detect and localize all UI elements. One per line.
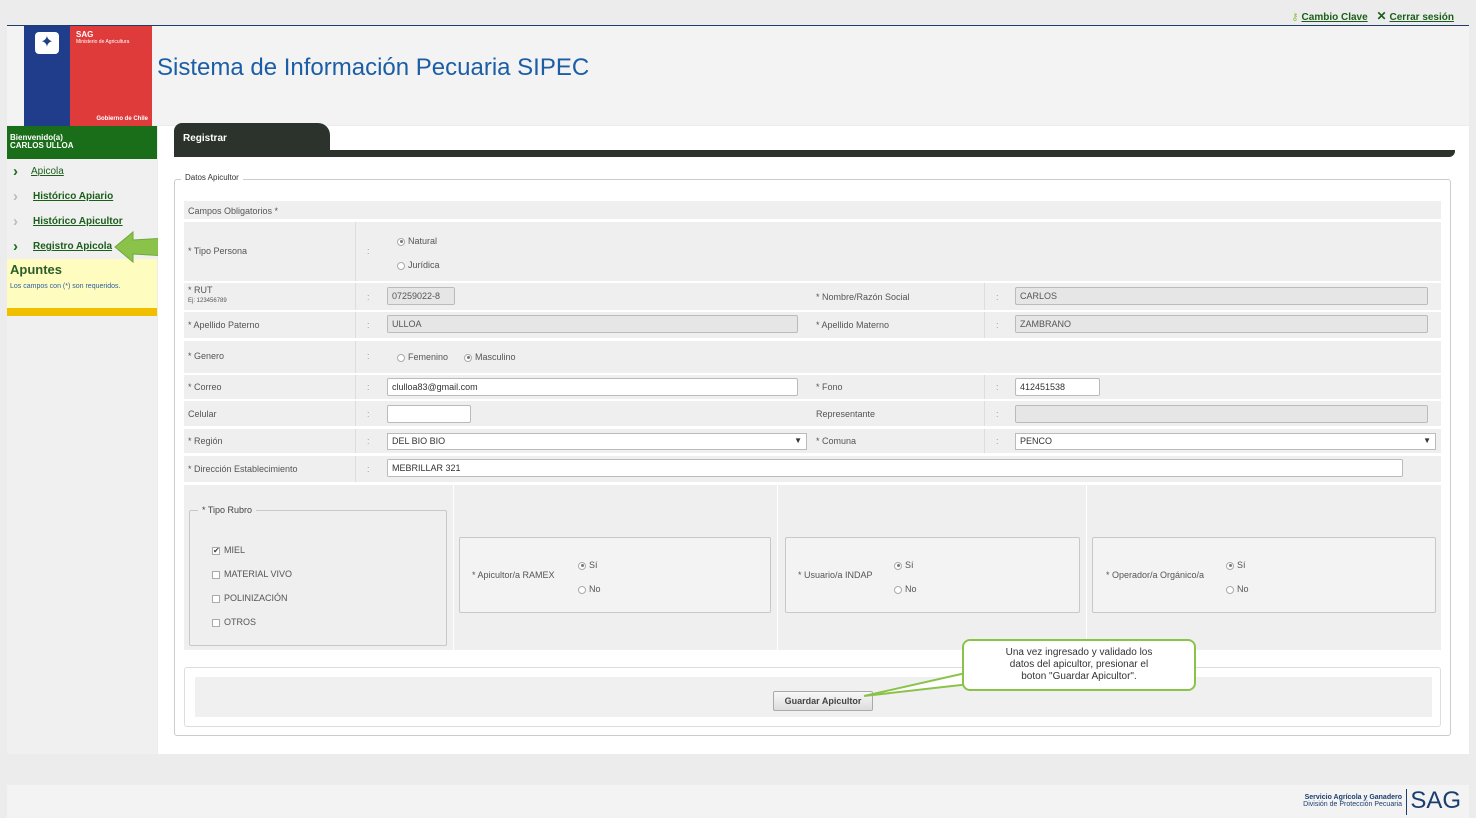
logout-link[interactable]: Cerrar sesión <box>1390 12 1454 23</box>
fieldset-legend: Datos Apicultor <box>181 173 243 182</box>
notes-text: Los campos con (*) son requeridos. <box>10 283 121 290</box>
apellido-materno-input[interactable]: ZAMBRANO <box>1015 315 1428 333</box>
sidebar: Bienvenido(a) CARLOS ULLOA › Apicola › H… <box>7 126 157 754</box>
rut-row: * RUT Ej: 123456789 : 07259022-8 * Nombre… <box>184 283 1441 310</box>
nombre-input[interactable]: CARLOS <box>1015 287 1428 305</box>
sag-logo: SAG <box>1410 787 1461 814</box>
radio-indap-no[interactable]: No <box>894 584 917 594</box>
radio-ramex-si[interactable]: Sí <box>578 560 598 570</box>
rut-input[interactable]: 07259022-8 <box>387 287 455 305</box>
rubro-row: * Tipo Rubro ✔ MIEL MATERIAL VIVO POLINIZ… <box>184 485 1441 650</box>
correo-input[interactable]: clulloa83@gmail.com <box>387 378 798 396</box>
close-icon: ✕ <box>1376 9 1387 23</box>
help-tooltip: Una vez ingresado y validado los datos d… <box>962 639 1196 691</box>
welcome-box: Bienvenido(a) CARLOS ULLOA <box>7 126 157 159</box>
checkbox-miel[interactable]: ✔ MIEL <box>212 545 245 555</box>
key-icon: ⚷ <box>1291 12 1299 23</box>
apellidos-row: * Apellido Paterno : ULLOA * Apellido Ma… <box>184 312 1441 338</box>
save-fieldset: Guardar Apicultor <box>184 667 1441 727</box>
chevron-right-icon: › <box>13 238 18 255</box>
celular-row: Celular : Representante : <box>184 401 1441 426</box>
chevron-right-icon: › <box>13 188 18 205</box>
ramex-box: * Apicultor/a RAMEX Sí No <box>459 537 771 613</box>
dropdown-arrow-icon: ▼ <box>794 436 802 445</box>
region-row: * Región : DEL BIO BIO ▼ * Comuna : PENCO… <box>184 429 1441 453</box>
radio-ramex-no[interactable]: No <box>578 584 601 594</box>
gobierno-logo: ✦ SAG Ministerio de Agricultura Gobierno … <box>24 26 152 126</box>
direccion-row: * Dirección Establecimiento : MEBRILLAR … <box>184 456 1441 482</box>
chevron-right-icon: › <box>13 213 18 230</box>
celular-input[interactable] <box>387 405 471 423</box>
comuna-select[interactable]: PENCO ▼ <box>1015 433 1436 450</box>
checkbox-polinizacion[interactable]: POLINIZACIÓN <box>212 593 288 603</box>
radio-juridica[interactable]: Jurídica <box>397 260 440 270</box>
radio-organico-no[interactable]: No <box>1226 584 1249 594</box>
chevron-right-icon: › <box>13 163 18 180</box>
indap-box: * Usuario/a INDAP Sí No <box>785 537 1080 613</box>
top-links: ⚷ Cambio Clave ✕ Cerrar sesión <box>1291 9 1454 23</box>
dropdown-arrow-icon: ▼ <box>1423 436 1431 445</box>
radio-masculino[interactable]: Masculino <box>464 352 516 362</box>
organico-box: * Operador/a Orgánico/a Sí No <box>1092 537 1436 613</box>
correo-row: * Correo : clulloa83@gmail.com * Fono : … <box>184 375 1441 399</box>
checkbox-otros[interactable]: OTROS <box>212 617 256 627</box>
notes-panel: Apuntes Los campos con (*) son requerido… <box>7 259 157 316</box>
header: ✦ SAG Ministerio de Agricultura Gobierno … <box>7 25 1469 126</box>
tipo-persona-row: * Tipo Persona : Natural Jurídica <box>184 222 1441 281</box>
apellido-paterno-input[interactable]: ULLOA <box>387 315 798 333</box>
direccion-input[interactable]: MEBRILLAR 321 <box>387 459 1403 477</box>
chile-crest-icon: ✦ <box>35 32 59 54</box>
region-select[interactable]: DEL BIO BIO ▼ <box>387 433 807 450</box>
sidebar-item-historico-apiario[interactable]: › Histórico Apiario <box>7 184 157 209</box>
main-panel: Registrar Datos Apicultor Campos Obligat… <box>158 123 1469 754</box>
fono-input[interactable]: 412451538 <box>1015 378 1100 396</box>
save-apicultor-button[interactable]: Guardar Apicultor <box>773 691 873 711</box>
representante-input[interactable] <box>1015 405 1428 423</box>
radio-organico-si[interactable]: Sí <box>1226 560 1246 570</box>
radio-indap-si[interactable]: Sí <box>894 560 914 570</box>
user-name: CARLOS ULLOA <box>10 141 74 150</box>
radio-natural[interactable]: Natural <box>397 236 437 246</box>
change-key-link[interactable]: Cambio Clave <box>1302 12 1368 23</box>
genero-row: * Genero : Femenino Masculino <box>184 341 1441 373</box>
tab-registrar[interactable]: Registrar <box>174 123 330 150</box>
checkbox-material-vivo[interactable]: MATERIAL VIVO <box>212 569 292 579</box>
required-note-row: Campos Obligatorios * <box>184 201 1441 219</box>
sidebar-item-apicola[interactable]: › Apicola <box>7 159 157 184</box>
footer: Servicio Agrícola y Ganadero División de … <box>7 785 1469 818</box>
callout-pointer <box>863 670 971 697</box>
radio-femenino[interactable]: Femenino <box>397 352 448 362</box>
page-title: Sistema de Información Pecuaria SIPEC <box>157 54 590 81</box>
